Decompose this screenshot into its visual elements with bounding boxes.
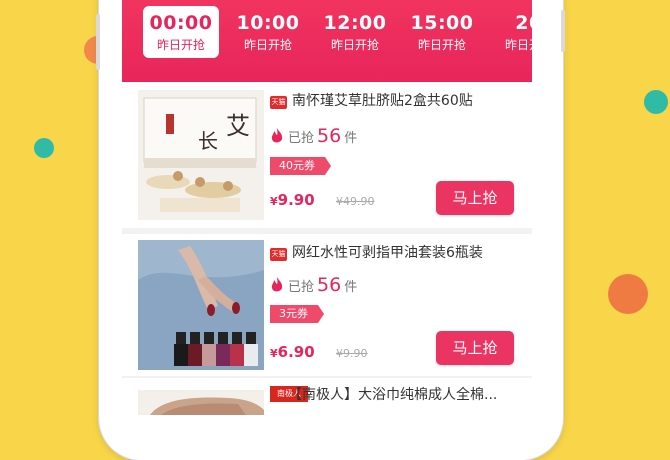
buy-now-button[interactable]: 马上抢 xyxy=(436,181,514,215)
nail-polish-image xyxy=(138,240,264,370)
decor-dot xyxy=(34,138,54,158)
sold-unit: 件 xyxy=(344,131,358,146)
price-value: 9.90 xyxy=(277,191,315,209)
tmall-badge: 天猫 xyxy=(270,96,287,109)
svg-text:艾: 艾 xyxy=(226,112,250,140)
phone-side-button xyxy=(96,14,100,70)
current-price: ¥6.90 xyxy=(270,342,315,364)
time-status: 昨日开抢 xyxy=(156,38,205,52)
sold-prefix: 已抢 xyxy=(288,131,315,146)
product-title[interactable]: 南怀瑾艾草肚脐贴2盒共60贴 xyxy=(292,92,473,110)
product-thumbnail[interactable] xyxy=(138,390,264,415)
price-symbol: ¥ xyxy=(270,195,278,208)
product-card[interactable]: 艾 长 天猫 南怀瑾艾草肚脐贴2盒共60贴 已抢 56 件 40元券 ¥9.90 ¥… xyxy=(122,82,532,228)
time-status: 昨日开抢 xyxy=(243,38,292,52)
original-price: ¥49.90 xyxy=(336,195,375,208)
time-slot-2000[interactable]: 20 昨日开抢 xyxy=(491,6,532,58)
time-slot-1000[interactable]: 10:00 昨日开抢 xyxy=(230,6,306,58)
decor-dot xyxy=(608,274,648,314)
time-status: 昨日开抢 xyxy=(504,38,532,52)
svg-text:长: 长 xyxy=(198,129,218,153)
sold-count: 已抢 56 件 xyxy=(288,275,357,298)
sold-unit: 件 xyxy=(344,280,358,295)
product-title[interactable]: 【南极人】大浴巾纯棉成人全棉... xyxy=(288,386,497,404)
price-value: 6.90 xyxy=(277,343,315,361)
sold-number: 56 xyxy=(317,125,342,147)
time-status: 昨日开抢 xyxy=(417,38,466,52)
tmall-badge: 天猫 xyxy=(270,248,287,261)
original-price: ¥9.90 xyxy=(336,347,368,360)
fire-icon xyxy=(271,128,283,143)
time-slot-0000[interactable]: 00:00 昨日开抢 xyxy=(143,6,219,58)
decor-dot xyxy=(644,90,668,114)
time-label: 00:00 xyxy=(149,12,213,34)
current-price: ¥9.90 xyxy=(270,190,315,212)
time-label: 10:00 xyxy=(236,12,300,34)
product-title[interactable]: 网红水性可剥指甲油套装6瓶装 xyxy=(292,244,483,262)
fire-icon xyxy=(271,277,283,292)
moxibustion-box-image: 艾 长 xyxy=(138,90,264,220)
sold-prefix: 已抢 xyxy=(288,280,315,295)
coupon-tag: 40元券 xyxy=(270,157,331,175)
sold-count: 已抢 56 件 xyxy=(288,126,357,149)
phone-side-button xyxy=(561,10,565,52)
sold-number: 56 xyxy=(317,274,342,296)
price-symbol: ¥ xyxy=(270,347,278,360)
time-label: 12:00 xyxy=(323,12,387,34)
time-status: 昨日开抢 xyxy=(330,38,379,52)
time-slot-1500[interactable]: 15:00 昨日开抢 xyxy=(404,6,480,58)
time-slot-1200[interactable]: 12:00 昨日开抢 xyxy=(317,6,393,58)
towel-image xyxy=(138,390,264,415)
time-label: 20 xyxy=(515,12,532,34)
product-thumbnail[interactable]: 艾 长 xyxy=(138,90,264,220)
flash-sale-time-bar: 00:00 昨日开抢 10:00 昨日开抢 12:00 昨日开抢 15:00 昨… xyxy=(122,0,532,88)
app-screen: 00:00 昨日开抢 10:00 昨日开抢 12:00 昨日开抢 15:00 昨… xyxy=(122,0,532,415)
time-label: 15:00 xyxy=(410,12,474,34)
product-card[interactable]: 天猫 网红水性可剥指甲油套装6瓶装 已抢 56 件 3元券 ¥6.90 ¥9.90 … xyxy=(122,234,532,376)
product-card[interactable]: 南极人 【南极人】大浴巾纯棉成人全棉... xyxy=(122,378,532,415)
product-thumbnail[interactable] xyxy=(138,240,264,370)
buy-now-button[interactable]: 马上抢 xyxy=(436,331,514,365)
coupon-tag: 3元券 xyxy=(270,305,324,323)
